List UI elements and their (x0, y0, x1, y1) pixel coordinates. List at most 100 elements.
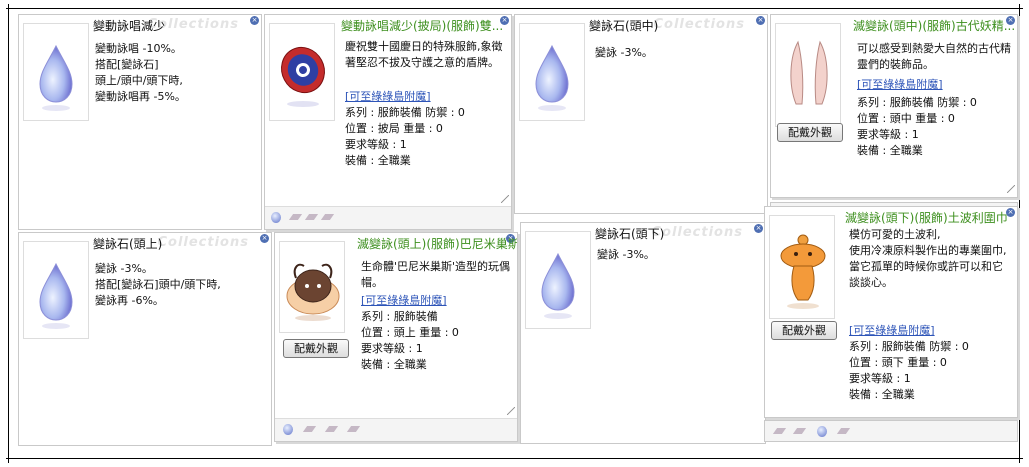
frame-right (1019, 4, 1020, 463)
item-description: 可以感受到熱愛大自然的古代精靈們的裝飾品。 (857, 42, 1011, 71)
enchant-orb-icon (283, 424, 293, 435)
enchant-link-text[interactable]: [可至綠綠島附魔] (849, 324, 935, 337)
watermark: Collections (651, 225, 743, 240)
card-slot-icon (324, 426, 339, 432)
wear-appearance-button[interactable]: 配戴外觀 (777, 123, 843, 142)
position-line: 位置 : 披局 重量 : 0 (345, 122, 443, 135)
equip-line: 裝備 : 全職業 (345, 154, 411, 167)
equip-line: 裝備 : 全職業 (361, 358, 427, 371)
resize-handle[interactable] (1007, 185, 1015, 193)
enchant-link-text[interactable]: [可至綠綠島附魔] (857, 78, 943, 91)
item-image-box (23, 241, 89, 339)
water-drop-icon (535, 44, 569, 111)
resize-handle[interactable] (507, 407, 515, 415)
item-description: 變詠 -3%。 (595, 46, 653, 59)
position-line: 位置 : 頭下 重量 : 0 (849, 356, 947, 369)
item-description: 變詠 -3%。 (597, 248, 655, 261)
level-line: 要求等級 : 1 (857, 128, 919, 141)
enchant-link-text[interactable]: [可至綠綠島附魔] (361, 294, 447, 307)
card-slot-bar (265, 206, 511, 229)
resize-handle[interactable] (501, 195, 509, 203)
item-description: 慶祝雙十國慶日的特殊服飾,象徵著堅忍不拔及守護之意的盾牌。 (345, 40, 503, 69)
enchant-link[interactable]: [可至綠綠島附魔] (849, 323, 935, 339)
item-window-8: × 配戴外觀 滅變詠(頭下)(服飾)土波利圍巾 模仿可愛的土波利, 使用冷凍原料… (764, 206, 1018, 418)
frame-left (8, 4, 9, 463)
position-line: 位置 : 頭上 重量 : 0 (361, 326, 459, 339)
card-slot-icon (836, 428, 851, 434)
enchant-link[interactable]: [可至綠綠島附魔] (857, 77, 943, 93)
card-slot-icon (302, 426, 317, 432)
shield-icon (281, 46, 325, 107)
enchant-link-text[interactable]: [可至綠綠島附魔] (345, 90, 431, 103)
item-window-5: Collections × 變詠石(頭上) 變詠 -3%。 搭配[變詠石]頭中/… (18, 232, 272, 446)
close-icon[interactable]: × (260, 234, 269, 243)
item-window-6: × 配戴外觀 滅變詠(頭上)(服飾)巴尼米巢斯... 生命體'巴尼米巢斯'造型的… (274, 232, 518, 442)
enchant-orb-icon (817, 426, 827, 437)
enchant-link[interactable]: [可至綠綠島附魔] (345, 89, 431, 105)
water-drop-icon (39, 44, 73, 111)
item-properties: 系列 : 服飾裝備 位置 : 頭上 重量 : 0 要求等級 : 1 裝備 : 全… (361, 309, 459, 373)
item-title: 變詠石(頭下) (595, 227, 665, 241)
item-title: 滅變詠(頭中)(服飾)古代妖精... (853, 19, 1016, 33)
series-line: 系列 : 服飾裝備 (361, 310, 438, 323)
item-description: 生命體'巴尼米巢斯'造型的玩偶帽。 (361, 260, 511, 289)
watermark: Collections (653, 17, 745, 32)
item-title: 滅變詠(頭上)(服飾)巴尼米巢斯... (357, 237, 518, 251)
water-drop-icon (541, 252, 575, 319)
item-image-box (519, 23, 585, 121)
watermark: Collections (157, 235, 249, 250)
water-drop-icon (39, 262, 73, 329)
item-image-box (23, 23, 89, 121)
equip-line: 裝備 : 全職業 (849, 388, 915, 401)
level-line: 要求等級 : 1 (345, 138, 407, 151)
card-slot-icon (304, 214, 319, 220)
close-icon[interactable]: × (756, 16, 765, 25)
item-image-box (269, 23, 335, 121)
poring-scarf-icon (780, 234, 826, 309)
item-properties: 系列 : 服飾裝備 防禦 : 0 位置 : 頭中 重量 : 0 要求等級 : 1… (857, 95, 977, 159)
item-description: 變詠 -3%。 搭配[變詠石]頭中/頭下時, 變詠再 -6%。 (95, 262, 221, 307)
frame-bottom (6, 458, 1023, 459)
card-slot-icon (792, 428, 807, 434)
card-slot-bar (275, 418, 517, 441)
item-image-box (769, 215, 835, 319)
baphomet-hat-icon (286, 263, 340, 321)
item-properties: 系列 : 服飾裝備 防禦 : 0 位置 : 披局 重量 : 0 要求等級 : 1… (345, 105, 465, 169)
close-icon[interactable]: × (754, 224, 763, 233)
item-title: 變詠石(頭上) (93, 237, 163, 251)
item-properties: 系列 : 服飾裝備 防禦 : 0 位置 : 頭下 重量 : 0 要求等級 : 1… (849, 339, 969, 403)
item-title: 滅變詠(頭下)(服飾)土波利圍巾 (845, 211, 1008, 225)
series-line: 系列 : 服飾裝備 防禦 : 0 (849, 340, 969, 353)
equip-line: 裝備 : 全職業 (857, 144, 923, 157)
card-slot-icon (346, 426, 361, 432)
item-description: 模仿可愛的土波利, 使用冷凍原料製作出的專業圍巾, 當它孤單的時候你或許可以和它… (849, 228, 1007, 289)
wear-appearance-button[interactable]: 配戴外觀 (771, 321, 837, 340)
item-title: 變詠石(頭中) (589, 19, 659, 33)
card-slot-icon (288, 214, 303, 220)
item-window-3: Collections × 變詠石(頭中) 變詠 -3%。 (514, 14, 768, 214)
close-icon[interactable]: × (250, 16, 259, 25)
series-line: 系列 : 服飾裝備 防禦 : 0 (857, 96, 977, 109)
item-image-box (279, 241, 345, 333)
item-title: 變動詠唱減少 (93, 19, 166, 33)
frame-top (6, 8, 1023, 9)
item-image-box (775, 23, 841, 127)
position-line: 位置 : 頭中 重量 : 0 (857, 112, 955, 125)
item-window-2: × 變動詠唱減少(披局)(服飾)雙... 慶祝雙十國慶日的特殊服飾,象徵著堅忍不… (264, 14, 512, 230)
item-description: 變動詠唱 -10%。 搭配[變詠石] 頭上/頭中/頭下時, 變動詠唱再 -5%。 (95, 42, 186, 103)
enchant-orb-icon (271, 212, 281, 223)
item-window-7: Collections × 變詠石(頭下) 變詠 -3%。 (520, 222, 766, 444)
wear-appearance-button[interactable]: 配戴外觀 (283, 339, 349, 358)
card-slot-icon (320, 214, 335, 220)
level-line: 要求等級 : 1 (849, 372, 911, 385)
card-slot-bar-8 (764, 420, 1018, 442)
item-window-4: × 滅變詠(頭中)(服飾)古代妖精... 可以感受到熱愛大自然的古代精靈們的裝飾… (770, 14, 1018, 198)
series-line: 系列 : 服飾裝備 防禦 : 0 (345, 106, 465, 119)
elf-ears-icon (790, 40, 828, 105)
item-title: 變動詠唱減少(披局)(服飾)雙... (341, 19, 504, 33)
card-slot-icon (772, 428, 787, 434)
enchant-link[interactable]: [可至綠綠島附魔] (361, 293, 447, 309)
item-window-1: Collections × 變動詠唱減少 變動詠唱 -10%。 搭配[變詠石] … (18, 14, 262, 230)
level-line: 要求等級 : 1 (361, 342, 423, 355)
item-image-box (525, 231, 591, 329)
